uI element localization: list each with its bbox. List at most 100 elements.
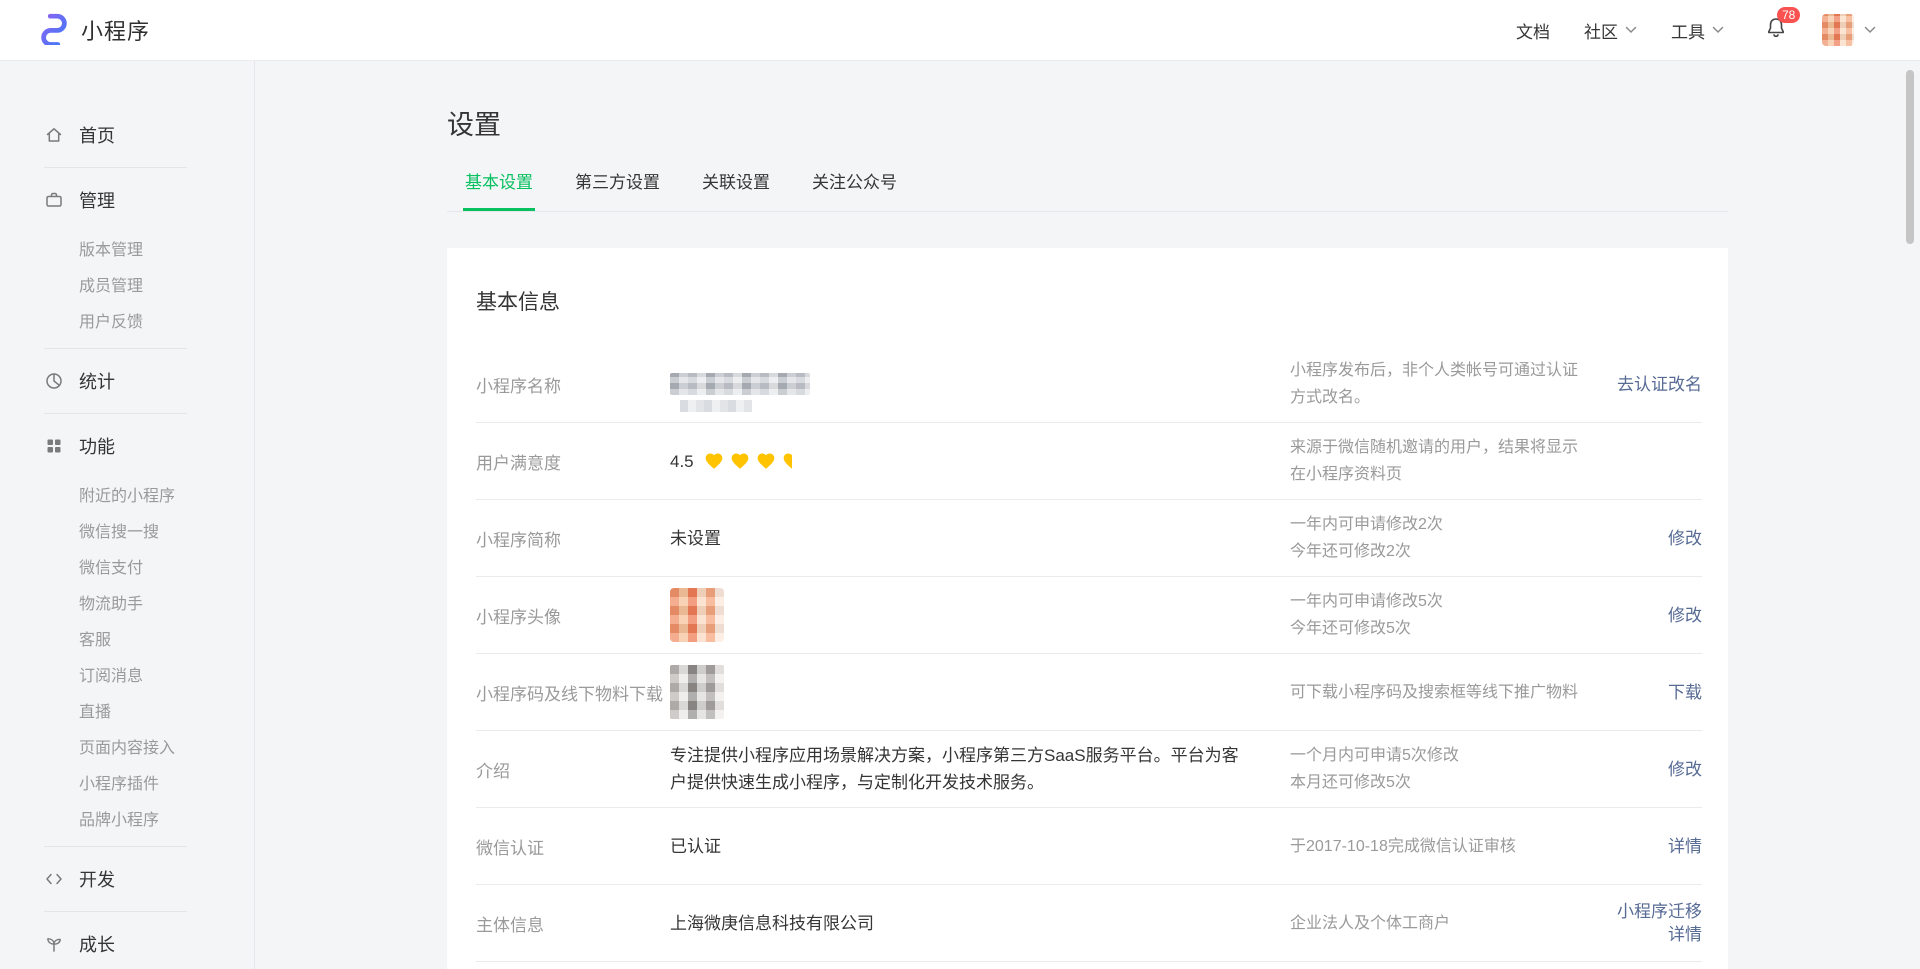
row-value: 上海微庚信息科技有限公司 bbox=[670, 913, 874, 933]
modify-intro-link[interactable]: 修改 bbox=[1668, 758, 1702, 781]
row-label: 介绍 bbox=[476, 761, 510, 781]
nav-community[interactable]: 社区 bbox=[1584, 18, 1637, 43]
row-label: 主体信息 bbox=[476, 915, 544, 935]
sidebar-item-label: 成长 bbox=[79, 935, 115, 955]
sidebar-divider bbox=[44, 911, 187, 912]
sidebar-item-page-content[interactable]: 页面内容接入 bbox=[0, 728, 254, 764]
tab-follow-official-account[interactable]: 关注公众号 bbox=[810, 168, 899, 211]
row-label: 微信认证 bbox=[476, 838, 544, 858]
modify-avatar-link[interactable]: 修改 bbox=[1668, 604, 1702, 627]
settings-tabs: 基本设置 第三方设置 关联设置 关注公众号 bbox=[447, 168, 1728, 212]
sidebar-item-label: 统计 bbox=[79, 372, 115, 392]
miniprogram-logo-icon bbox=[37, 11, 71, 50]
sidebar-item-logistics[interactable]: 物流助手 bbox=[0, 584, 254, 620]
sidebar-divider bbox=[44, 348, 187, 349]
setting-row-verification: 微信认证 已认证 于2017-10-18完成微信认证审核 详情 bbox=[476, 808, 1702, 885]
row-action: 详情 bbox=[1590, 835, 1702, 858]
row-value: 已认证 bbox=[670, 836, 721, 856]
sidebar-item-subscribe-message[interactable]: 订阅消息 bbox=[0, 656, 254, 692]
app-logo-text: 小程序 bbox=[81, 19, 151, 44]
row-note: 一个月内可申请5次修改 本月还可修改5次 bbox=[1290, 742, 1590, 796]
sidebar-item-manage[interactable]: 管理 bbox=[0, 178, 254, 222]
nav-tools-label: 工具 bbox=[1671, 22, 1705, 42]
app-logo[interactable]: 小程序 bbox=[37, 11, 150, 50]
home-icon bbox=[46, 128, 62, 142]
note-line: 本月还可修改5次 bbox=[1290, 774, 1411, 791]
nav-tools[interactable]: 工具 bbox=[1671, 18, 1724, 43]
features-submenu: 附近的小程序 微信搜一搜 微信支付 物流助手 客服 订阅消息 直播 页面内容接入… bbox=[0, 476, 254, 836]
modify-short-name-link[interactable]: 修改 bbox=[1668, 527, 1702, 550]
rename-verify-link[interactable]: 去认证改名 bbox=[1617, 373, 1702, 396]
sidebar: 首页 管理 版本管理 成员管理 用户反馈 统计 功能 附近的小程序 微信搜一搜 … bbox=[0, 61, 255, 969]
sidebar-item-stats[interactable]: 统计 bbox=[0, 359, 254, 403]
row-note: 企业法人及个体工商户 bbox=[1290, 914, 1451, 932]
row-label: 小程序头像 bbox=[476, 607, 561, 627]
sidebar-item-wechat-pay[interactable]: 微信支付 bbox=[0, 548, 254, 584]
row-note: 于2017-10-18完成微信认证审核 bbox=[1290, 837, 1516, 855]
scrollbar-thumb[interactable] bbox=[1906, 70, 1914, 244]
sidebar-item-member-manage[interactable]: 成员管理 bbox=[0, 266, 254, 302]
heart-icon bbox=[757, 453, 774, 469]
sidebar-item-search[interactable]: 微信搜一搜 bbox=[0, 512, 254, 548]
sidebar-item-version-manage[interactable]: 版本管理 bbox=[0, 230, 254, 266]
heart-icon bbox=[705, 453, 722, 469]
sidebar-divider bbox=[44, 413, 187, 414]
setting-row-entity: 主体信息 上海微庚信息科技有限公司 企业法人及个体工商户 小程序迁移 详情 bbox=[476, 885, 1702, 962]
nav-docs[interactable]: 文档 bbox=[1516, 18, 1550, 43]
entity-detail-link[interactable]: 详情 bbox=[1668, 923, 1702, 946]
chevron-down-icon bbox=[1864, 26, 1876, 34]
note-line: 一年内可申请修改5次 bbox=[1290, 593, 1443, 610]
notification-badge: 78 bbox=[1777, 6, 1801, 23]
code-icon bbox=[46, 873, 62, 885]
sidebar-item-home[interactable]: 首页 bbox=[0, 113, 254, 157]
account-menu[interactable] bbox=[1822, 14, 1876, 46]
verification-detail-link[interactable]: 详情 bbox=[1668, 835, 1702, 858]
header-nav: 文档 社区 工具 78 bbox=[1516, 6, 1876, 46]
setting-row-intro: 介绍 专注提供小程序应用场景解决方案，小程序第三方SaaS服务平台。平台为客户提… bbox=[476, 731, 1702, 808]
setting-row-avatar: 小程序头像 一年内可申请修改5次 今年还可修改5次 修改 bbox=[476, 577, 1702, 654]
row-value: 未设置 bbox=[670, 528, 721, 548]
heart-icon bbox=[731, 453, 748, 469]
growth-icon bbox=[47, 938, 61, 952]
setting-row-category: IT科技 > 硬件与设备 bbox=[476, 962, 1702, 969]
sidebar-item-user-feedback[interactable]: 用户反馈 bbox=[0, 302, 254, 338]
sidebar-item-nearby[interactable]: 附近的小程序 bbox=[0, 476, 254, 512]
half-heart-icon bbox=[783, 453, 792, 469]
sidebar-divider bbox=[44, 846, 187, 847]
sidebar-item-features[interactable]: 功能 bbox=[0, 424, 254, 468]
row-value: 专注提供小程序应用场景解决方案，小程序第三方SaaS服务平台。平台为客户提供快速… bbox=[670, 746, 1239, 792]
download-qrcode-link[interactable]: 下载 bbox=[1668, 681, 1702, 704]
row-note: 可下载小程序码及搜索框等线下推广物料 bbox=[1290, 683, 1579, 701]
row-label: 小程序码及线下物料下载 bbox=[476, 684, 663, 704]
setting-row-short-name: 小程序简称 未设置 一年内可申请修改2次 今年还可修改2次 修改 bbox=[476, 500, 1702, 577]
row-note: 小程序发布后，非个人类帐号可通过认证方式改名。 bbox=[1290, 362, 1579, 406]
sidebar-item-growth[interactable]: 成长 bbox=[0, 922, 254, 966]
miniprogram-qrcode-image bbox=[670, 665, 724, 719]
manage-submenu: 版本管理 成员管理 用户反馈 bbox=[0, 230, 254, 338]
row-value bbox=[670, 373, 1290, 412]
sidebar-item-live[interactable]: 直播 bbox=[0, 692, 254, 728]
note-line: 一年内可申请修改2次 bbox=[1290, 516, 1443, 533]
miniprogram-migrate-link[interactable]: 小程序迁移 bbox=[1617, 900, 1702, 923]
tab-association-settings[interactable]: 关联设置 bbox=[700, 168, 772, 211]
sidebar-item-brand[interactable]: 品牌小程序 bbox=[0, 800, 254, 836]
tab-third-party-settings[interactable]: 第三方设置 bbox=[573, 168, 662, 211]
row-action: 修改 bbox=[1590, 604, 1702, 627]
tab-basic-settings[interactable]: 基本设置 bbox=[463, 168, 535, 211]
row-value bbox=[670, 665, 1290, 719]
sidebar-item-customer-service[interactable]: 客服 bbox=[0, 620, 254, 656]
row-action: 小程序迁移 详情 bbox=[1590, 900, 1702, 946]
row-note: 一年内可申请修改5次 今年还可修改5次 bbox=[1290, 588, 1590, 642]
sidebar-item-develop[interactable]: 开发 bbox=[0, 857, 254, 901]
row-value bbox=[670, 588, 1290, 642]
note-line: 今年还可修改5次 bbox=[1290, 620, 1411, 637]
sidebar-divider bbox=[44, 167, 187, 168]
sidebar-item-plugin[interactable]: 小程序插件 bbox=[0, 764, 254, 800]
row-label: 用户满意度 bbox=[476, 453, 561, 473]
sidebar-item-label: 首页 bbox=[79, 126, 115, 146]
row-label: 小程序名称 bbox=[476, 376, 561, 396]
notification-bell[interactable]: 78 bbox=[1764, 6, 1801, 45]
row-label: 小程序简称 bbox=[476, 530, 561, 550]
miniprogram-avatar-image bbox=[670, 588, 724, 642]
chevron-down-icon bbox=[1712, 26, 1724, 34]
